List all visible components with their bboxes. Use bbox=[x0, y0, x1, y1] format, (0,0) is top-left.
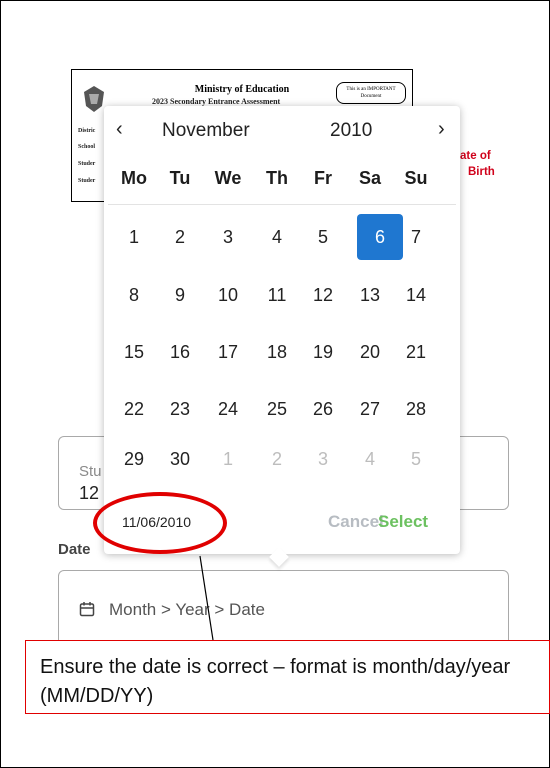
calendar-day[interactable]: 11 bbox=[254, 272, 300, 318]
month-selector[interactable]: November bbox=[162, 120, 250, 142]
calendar-day[interactable]: 13 bbox=[347, 272, 393, 318]
next-month-icon[interactable]: › bbox=[438, 118, 445, 141]
date-of-birth-note: ate of Birth bbox=[460, 148, 495, 180]
calendar-day[interactable]: 28 bbox=[393, 386, 439, 432]
calendar-day-next-month[interactable]: 2 bbox=[254, 436, 300, 482]
date-field-label: Date bbox=[58, 541, 91, 558]
weekday-header: Sa bbox=[358, 168, 382, 188]
calendar-day[interactable]: 22 bbox=[111, 386, 157, 432]
prev-month-icon[interactable]: ‹ bbox=[116, 118, 123, 141]
calendar-day[interactable]: 25 bbox=[254, 386, 300, 432]
calendar-day[interactable]: 27 bbox=[347, 386, 393, 432]
weekday-header: Th bbox=[266, 168, 288, 188]
date-of-birth-note-line: ate of bbox=[460, 150, 491, 162]
calendar-day[interactable]: 1 bbox=[111, 214, 157, 260]
header-divider bbox=[108, 204, 456, 205]
calendar-day-next-month[interactable]: 1 bbox=[205, 436, 251, 482]
student-field-value: 12 bbox=[79, 483, 100, 503]
year-selector[interactable]: 2010 bbox=[330, 120, 372, 142]
calendar-day[interactable]: 3 bbox=[205, 214, 251, 260]
weekday-header: Fr bbox=[314, 168, 332, 188]
document-field: Distric bbox=[78, 128, 96, 134]
annotation-callout: Ensure the date is correct – format is m… bbox=[25, 640, 550, 714]
date-of-birth-note-line: Birth bbox=[468, 166, 495, 178]
weekday-header: Mo bbox=[121, 168, 147, 188]
calendar-day-next-month[interactable]: 3 bbox=[300, 436, 346, 482]
calendar-day[interactable]: 14 bbox=[393, 272, 439, 318]
calendar-day-next-month[interactable]: 5 bbox=[393, 436, 439, 482]
date-of-birth-input[interactable]: Month > Year > Date bbox=[58, 570, 509, 650]
date-picker-popup: ‹ November 2010 › Mo Tu We Th Fr Sa Su 1… bbox=[104, 106, 460, 567]
calendar-day[interactable]: 12 bbox=[300, 272, 346, 318]
weekday-header: Su bbox=[404, 168, 428, 188]
calendar-day[interactable]: 21 bbox=[393, 329, 439, 375]
document-field: Studer bbox=[78, 161, 96, 167]
calendar-day[interactable]: 10 bbox=[205, 272, 251, 318]
calendar-day[interactable]: 4 bbox=[254, 214, 300, 260]
important-badge: This is an IMPORTANT Document bbox=[336, 82, 406, 104]
calendar-day[interactable]: 9 bbox=[157, 272, 203, 318]
calendar-day[interactable]: 30 bbox=[157, 436, 203, 482]
cancel-button[interactable]: Cancel bbox=[328, 512, 384, 532]
calendar-day[interactable]: 20 bbox=[347, 329, 393, 375]
highlight-oval bbox=[93, 492, 227, 554]
calendar-day[interactable]: 19 bbox=[300, 329, 346, 375]
calendar-day[interactable]: 26 bbox=[300, 386, 346, 432]
calendar-day[interactable]: 16 bbox=[157, 329, 203, 375]
document-field: Studer bbox=[78, 178, 96, 184]
weekday-header: Tu bbox=[169, 168, 191, 188]
calendar-icon bbox=[79, 602, 95, 617]
select-button[interactable]: Select bbox=[378, 512, 428, 532]
calendar-day[interactable]: 29 bbox=[111, 436, 157, 482]
student-field-label: Stu bbox=[79, 463, 102, 480]
calendar-day[interactable]: 18 bbox=[254, 329, 300, 375]
calendar-day[interactable]: 23 bbox=[157, 386, 203, 432]
document-subtitle: 2023 Secondary Entrance Assessment bbox=[152, 97, 281, 106]
calendar-day[interactable]: 24 bbox=[205, 386, 251, 432]
calendar-day[interactable]: 7 bbox=[393, 214, 439, 260]
document-field: School bbox=[78, 144, 96, 150]
calendar-day-next-month[interactable]: 4 bbox=[347, 436, 393, 482]
calendar-day[interactable]: 8 bbox=[111, 272, 157, 318]
calendar-day[interactable]: 2 bbox=[157, 214, 203, 260]
calendar-day[interactable]: 5 bbox=[300, 214, 346, 260]
calendar-day[interactable]: 17 bbox=[205, 329, 251, 375]
date-placeholder: Month > Year > Date bbox=[109, 600, 265, 619]
calendar-day[interactable]: 15 bbox=[111, 329, 157, 375]
weekday-header: We bbox=[214, 168, 242, 188]
